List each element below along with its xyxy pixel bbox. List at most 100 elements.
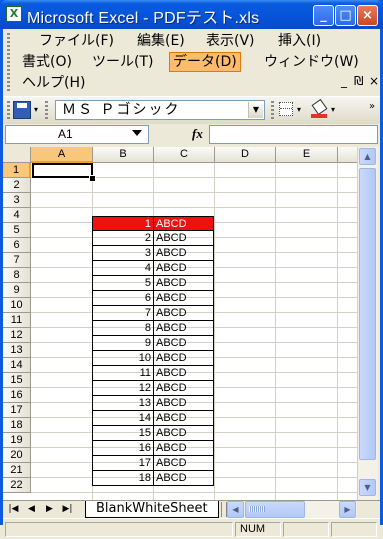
menu-view[interactable]: 表示(V) (203, 31, 258, 51)
column-header-a[interactable]: A (31, 147, 93, 163)
cell-c[interactable]: ABCD (153, 306, 214, 321)
font-dropdown-icon[interactable]: ▼ (248, 102, 263, 118)
row-header[interactable]: 2 (3, 178, 31, 193)
cell-b[interactable]: 7 (92, 306, 154, 321)
formula-input[interactable] (209, 125, 378, 144)
last-sheet-icon[interactable]: ▶| (61, 502, 74, 517)
cell-b[interactable]: 8 (92, 321, 154, 336)
column-header-d[interactable]: D (215, 147, 276, 163)
cell-b[interactable]: 2 (92, 231, 154, 246)
cell-b[interactable]: 4 (92, 261, 154, 276)
menu-help[interactable]: ヘルプ(H) (19, 73, 88, 93)
cell-b[interactable]: 18 (92, 471, 154, 486)
row-header[interactable]: 6 (3, 238, 31, 253)
font-name-select[interactable]: ＭＳ Ｐゴシック ▼ (55, 100, 265, 120)
toolbar-options-icon[interactable]: » (369, 101, 375, 112)
cell-c[interactable]: ABCD (153, 441, 214, 456)
row-header[interactable]: 17 (3, 403, 31, 418)
save-icon[interactable] (13, 101, 31, 119)
doc-restore-button[interactable]: ₪ (354, 74, 363, 88)
cell-b[interactable]: 6 (92, 291, 154, 306)
fill-color-icon[interactable] (311, 98, 328, 118)
cell-c[interactable]: ABCD (153, 276, 214, 291)
row-header[interactable]: 5 (3, 223, 31, 238)
cell-b[interactable]: 1 (92, 216, 154, 231)
spreadsheet-grid[interactable]: A B C D E 1 2 3 4 5 6 7 8 9 10 11 12 13 14 15 16 17 18 19 2… (3, 147, 357, 500)
cell-c[interactable]: ABCD (153, 246, 214, 261)
cell-c[interactable]: ABCD (153, 471, 214, 486)
vertical-scrollbar[interactable]: ▲ ▼ (357, 147, 378, 500)
cell-b[interactable]: 17 (92, 456, 154, 471)
toolbar-grip-3[interactable] (271, 101, 274, 119)
row-header[interactable]: 12 (3, 328, 31, 343)
cell-c[interactable]: ABCD (153, 381, 214, 396)
fill-dropdown-arrow-icon[interactable]: ▾ (331, 105, 335, 114)
toolbar-grip-2[interactable] (45, 101, 48, 119)
cell-c[interactable]: ABCD (153, 321, 214, 336)
row-header[interactable]: 13 (3, 343, 31, 358)
cell-b[interactable]: 5 (92, 276, 154, 291)
doc-close-button[interactable]: × (369, 74, 379, 88)
maximize-button[interactable]: □ (335, 5, 356, 26)
cell-b[interactable]: 15 (92, 426, 154, 441)
doc-minimize-button[interactable]: _ (341, 74, 347, 88)
row-header[interactable]: 22 (3, 478, 31, 493)
cell-c[interactable]: ABCD (153, 426, 214, 441)
cell-b[interactable]: 3 (92, 246, 154, 261)
close-button[interactable]: × (357, 5, 378, 26)
toolbar-grip[interactable] (7, 101, 10, 119)
first-sheet-icon[interactable]: |◀ (7, 502, 20, 517)
cell-c[interactable]: ABCD (153, 261, 214, 276)
menu-grip[interactable] (7, 33, 10, 93)
insert-function-icon[interactable]: fx (192, 126, 203, 142)
row-header[interactable]: 15 (3, 373, 31, 388)
cell-c[interactable]: ABCD (153, 366, 214, 381)
row-header[interactable]: 7 (3, 253, 31, 268)
menu-format[interactable]: 書式(O) (19, 52, 75, 72)
cell-b[interactable]: 16 (92, 441, 154, 456)
menu-data[interactable]: データ(D) (169, 52, 241, 72)
row-header[interactable]: 9 (3, 283, 31, 298)
row-header[interactable]: 14 (3, 358, 31, 373)
cell-c[interactable]: ABCD (153, 291, 214, 306)
minimize-button[interactable]: _ (313, 5, 334, 26)
scroll-left-icon[interactable]: ◀ (227, 501, 244, 518)
borders-dropdown-arrow-icon[interactable]: ▾ (297, 105, 301, 114)
column-header-e[interactable]: E (276, 147, 338, 163)
column-header-c[interactable]: C (154, 147, 215, 163)
column-header-b[interactable]: B (93, 147, 154, 163)
menu-insert[interactable]: 挿入(I) (275, 31, 324, 51)
name-box-dropdown-icon[interactable] (132, 130, 142, 136)
cell-c[interactable]: ABCD (153, 336, 214, 351)
row-header[interactable]: 4 (3, 208, 31, 223)
cell-b[interactable]: 12 (92, 381, 154, 396)
cell-b[interactable]: 9 (92, 336, 154, 351)
row-header[interactable]: 19 (3, 433, 31, 448)
previous-sheet-icon[interactable]: ◀ (25, 502, 38, 517)
cell-c[interactable]: ABCD (153, 231, 214, 246)
menu-file[interactable]: ファイル(F) (36, 31, 117, 51)
row-header[interactable]: 16 (3, 388, 31, 403)
cell-b[interactable]: 11 (92, 366, 154, 381)
active-cell-a1[interactable] (32, 163, 93, 178)
sheet-tab-blankwhitesheet[interactable]: BlankWhiteSheet (85, 501, 219, 518)
cell-c[interactable]: ABCD (153, 351, 214, 366)
menu-edit[interactable]: 編集(E) (134, 31, 188, 51)
column-header-partial[interactable] (338, 147, 357, 163)
borders-icon[interactable] (279, 102, 293, 116)
excel-app-icon[interactable]: X (6, 6, 22, 22)
row-header[interactable]: 11 (3, 313, 31, 328)
scroll-right-icon[interactable]: ▶ (339, 501, 356, 518)
row-header[interactable]: 18 (3, 418, 31, 433)
scroll-up-icon[interactable]: ▲ (359, 148, 376, 165)
cell-c[interactable]: ABCD (153, 456, 214, 471)
row-header[interactable]: 8 (3, 268, 31, 283)
cell-c[interactable]: ABCD (153, 396, 214, 411)
name-box[interactable]: A1 (5, 125, 149, 144)
cell-b[interactable]: 14 (92, 411, 154, 426)
menu-tools[interactable]: ツール(T) (89, 52, 156, 72)
menu-window[interactable]: ウィンドウ(W) (261, 52, 362, 72)
cell-c[interactable]: ABCD (153, 216, 214, 231)
cell-b[interactable]: 10 (92, 351, 154, 366)
horizontal-scrollbar[interactable]: ◀ ▶ (227, 501, 357, 518)
